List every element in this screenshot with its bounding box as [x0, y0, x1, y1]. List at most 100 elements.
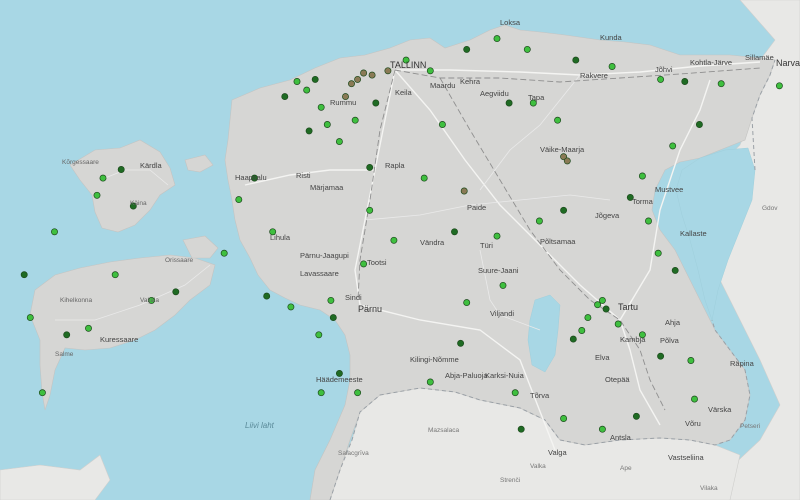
label-orissaare: Orissaare — [165, 257, 194, 264]
label-keila: Keila — [395, 88, 413, 97]
station-marker[interactable] — [717, 80, 725, 88]
station-marker[interactable] — [287, 303, 295, 311]
station-marker[interactable] — [451, 228, 458, 236]
estonia-map[interactable]: TALLINN Maardu Kehra Kunda Loksa Rakvere… — [0, 0, 800, 500]
station-marker[interactable] — [426, 67, 434, 75]
station-marker[interactable] — [638, 172, 646, 180]
station-marker[interactable] — [366, 163, 374, 171]
label-mustvee: Mustvee — [655, 185, 683, 194]
station-marker[interactable] — [220, 249, 228, 257]
station-marker[interactable] — [317, 389, 325, 397]
label-sindi: Sindi — [345, 293, 362, 302]
station-marker[interactable] — [632, 412, 640, 420]
station-marker[interactable] — [51, 228, 58, 236]
station-marker[interactable] — [303, 86, 311, 94]
station-marker[interactable] — [329, 314, 337, 322]
station-marker[interactable] — [354, 389, 362, 397]
station-marker[interactable] — [691, 395, 698, 403]
station-marker[interactable] — [26, 314, 34, 322]
station-marker[interactable] — [360, 260, 368, 268]
label-kohtla-jarve: Kohtla-Järve — [690, 58, 732, 67]
station-marker[interactable] — [426, 378, 434, 386]
station-marker[interactable] — [499, 281, 507, 289]
label-kehra: Kehra — [460, 77, 481, 86]
station-marker[interactable] — [654, 249, 662, 257]
station-marker[interactable] — [493, 232, 501, 240]
station-marker[interactable] — [602, 305, 610, 313]
station-marker[interactable] — [38, 389, 46, 397]
station-marker[interactable] — [695, 121, 703, 128]
station-marker[interactable] — [523, 45, 531, 53]
station-marker[interactable] — [457, 339, 465, 347]
station-marker[interactable] — [117, 166, 125, 173]
station-marker[interactable] — [366, 206, 374, 214]
station-marker[interactable] — [560, 415, 568, 422]
label-risti: Risti — [296, 171, 311, 180]
label-strenci: Strenči — [500, 477, 520, 484]
station-marker[interactable] — [85, 324, 92, 332]
label-mazsalaca: Mazsalaca — [428, 427, 459, 434]
station-marker[interactable] — [93, 191, 101, 199]
station-marker[interactable] — [420, 174, 428, 182]
station-marker[interactable] — [311, 75, 319, 83]
station-marker[interactable] — [463, 45, 471, 53]
station-marker[interactable] — [645, 217, 652, 225]
station-marker[interactable] — [99, 174, 107, 182]
label-polva: Põlva — [660, 336, 680, 345]
station-marker[interactable] — [63, 331, 71, 339]
station-marker[interactable] — [598, 425, 606, 433]
station-marker[interactable] — [327, 296, 335, 304]
station-marker[interactable] — [351, 116, 359, 124]
station-marker[interactable] — [608, 63, 616, 70]
station-marker[interactable] — [438, 121, 446, 128]
station-marker[interactable] — [354, 75, 362, 83]
station-marker[interactable] — [368, 71, 376, 79]
station-marker[interactable] — [657, 352, 665, 360]
station-marker[interactable] — [687, 357, 695, 364]
station-marker[interactable] — [614, 320, 622, 328]
station-marker[interactable] — [560, 206, 568, 214]
station-marker[interactable] — [281, 93, 289, 101]
station-marker[interactable] — [578, 327, 586, 334]
station-marker[interactable] — [669, 142, 677, 150]
station-marker[interactable] — [463, 299, 471, 307]
station-marker[interactable] — [111, 271, 119, 279]
label-vastseliina: Vastseliina — [668, 453, 705, 462]
station-marker[interactable] — [235, 196, 243, 204]
station-marker[interactable] — [554, 116, 562, 124]
station-marker[interactable] — [20, 271, 28, 279]
station-marker[interactable] — [584, 314, 592, 322]
station-marker[interactable] — [305, 127, 313, 135]
station-marker[interactable] — [460, 187, 468, 195]
station-marker[interactable] — [172, 288, 180, 296]
station-marker[interactable] — [372, 99, 380, 107]
station-marker[interactable] — [323, 121, 331, 128]
station-marker[interactable] — [493, 35, 501, 43]
station-marker[interactable] — [594, 301, 602, 309]
station-marker[interactable] — [563, 157, 571, 165]
station-marker[interactable] — [348, 80, 355, 88]
station-marker[interactable] — [390, 236, 398, 244]
label-kambja: Kambja — [620, 335, 646, 344]
station-marker[interactable] — [315, 331, 323, 339]
station-marker[interactable] — [775, 82, 783, 90]
label-salme: Salme — [55, 351, 74, 358]
station-marker[interactable] — [293, 78, 301, 85]
station-marker[interactable] — [681, 78, 689, 85]
station-marker[interactable] — [317, 103, 325, 111]
station-marker[interactable] — [572, 56, 580, 64]
station-marker[interactable] — [505, 99, 513, 107]
station-marker[interactable] — [657, 75, 665, 83]
station-marker[interactable] — [517, 425, 525, 433]
station-marker[interactable] — [360, 69, 368, 77]
station-marker[interactable] — [335, 138, 343, 146]
station-marker[interactable] — [569, 335, 577, 343]
label-maardu: Maardu — [430, 81, 455, 90]
station-marker[interactable] — [511, 389, 519, 397]
station-marker[interactable] — [263, 292, 271, 300]
label-aegviidu: Aegviidu — [480, 89, 509, 98]
label-rapina: Räpina — [730, 359, 755, 368]
station-marker[interactable] — [535, 217, 543, 225]
label-narva: Narva — [776, 58, 800, 68]
station-marker[interactable] — [671, 266, 679, 274]
